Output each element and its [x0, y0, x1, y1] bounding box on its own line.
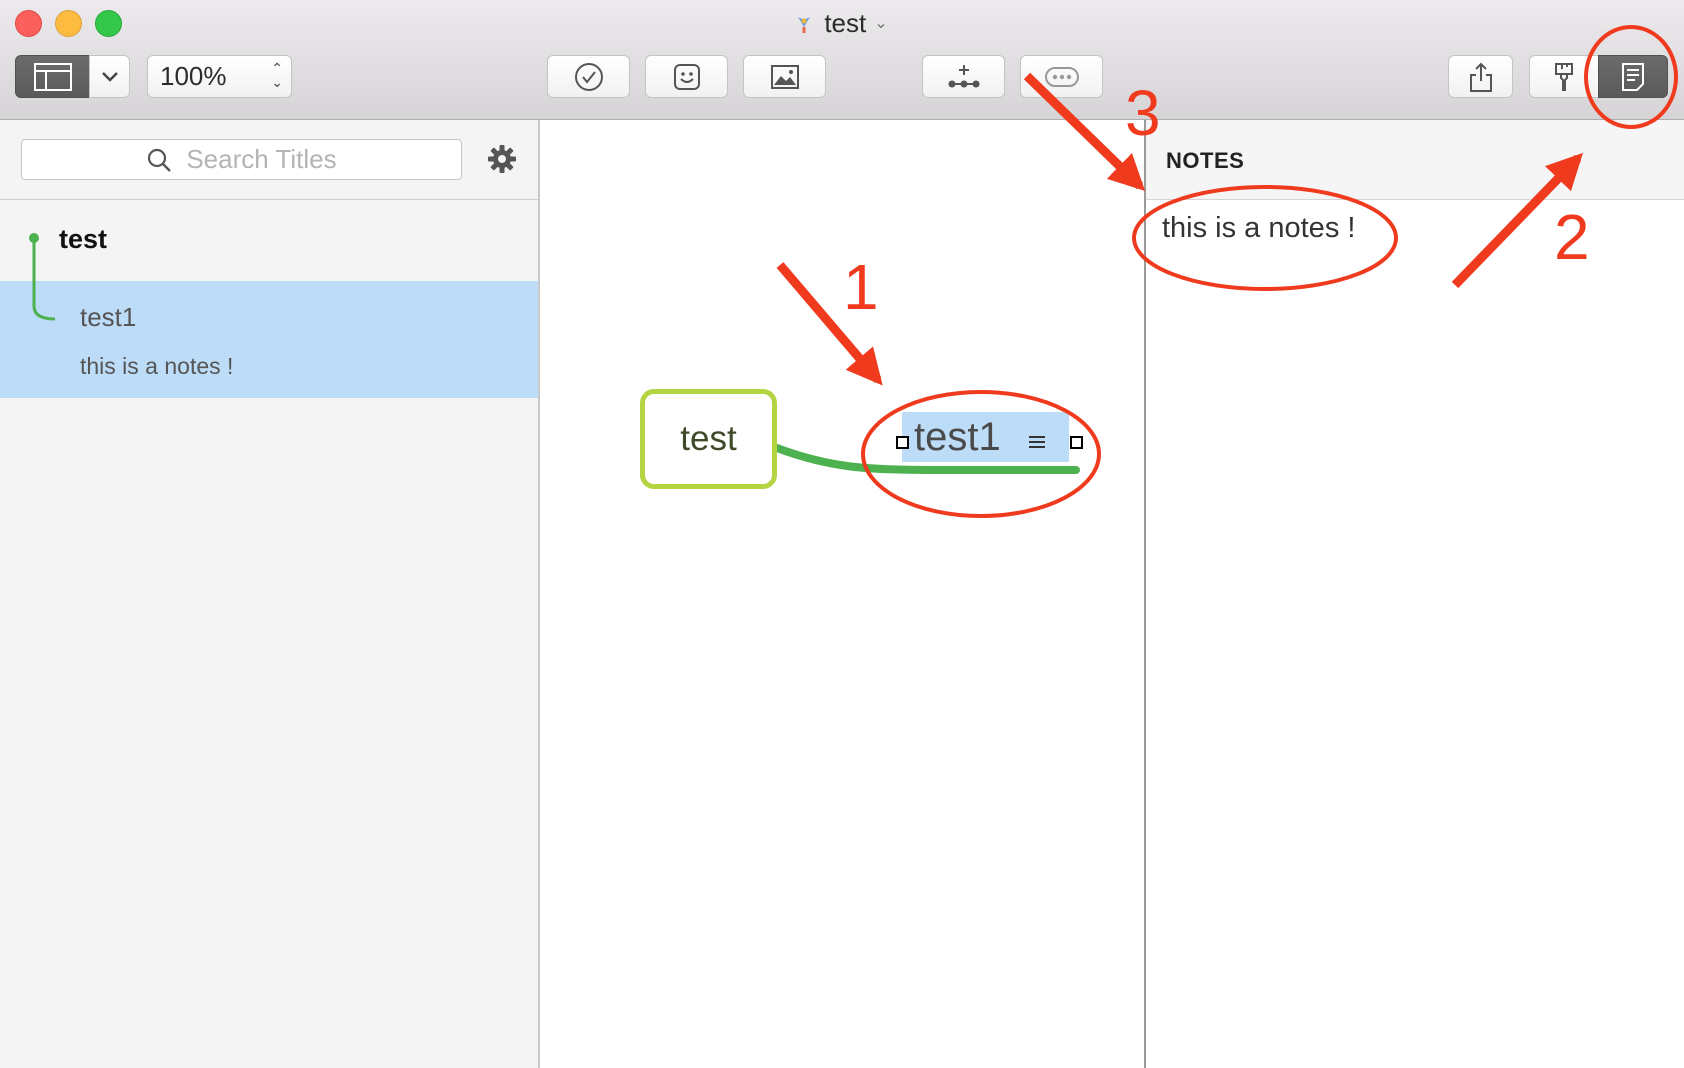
paintbrush-icon [1555, 62, 1573, 91]
sidebar-layout-button[interactable] [15, 55, 90, 98]
share-icon [1469, 62, 1492, 92]
sticker-button[interactable] [645, 55, 728, 98]
outline-item-label: test1 [80, 302, 137, 332]
inspector-title: NOTES [1166, 148, 1245, 173]
search-icon [148, 148, 172, 172]
gear-icon[interactable] [487, 144, 517, 174]
annotation-label-3: 3 [1125, 77, 1161, 149]
branch-connector [773, 444, 1080, 474]
outline-sidebar: Search Titles test test1 this is a notes… [0, 120, 540, 1068]
image-icon [770, 64, 799, 89]
app-window: test ⌄ 100% ⌃ ⌄ Search Titles test test1… [0, 0, 1684, 1068]
zoom-value: 100% [160, 61, 227, 91]
notes-icon [1622, 62, 1644, 91]
annotation-label-1: 1 [843, 251, 879, 323]
outline-item-selected[interactable]: test1 this is a notes ! [0, 281, 538, 398]
window-title[interactable]: test ⌄ [0, 8, 1684, 39]
notes-inspector: NOTES this is a notes ! [1144, 120, 1684, 1068]
annotation-label-2: 2 [1554, 201, 1590, 273]
sticker-smile-icon [673, 63, 700, 90]
share-button[interactable] [1448, 55, 1513, 98]
notes-textarea[interactable]: this is a notes ! [1162, 212, 1355, 245]
search-titles-input[interactable]: Search Titles [21, 139, 462, 180]
add-node-button[interactable] [922, 55, 1005, 98]
child-node-label: test1 [914, 414, 1001, 459]
ellipsis-bubble-icon [1044, 66, 1079, 87]
node-right-handle[interactable] [1070, 436, 1083, 449]
chevron-down-icon [101, 71, 118, 82]
root-node-label: test [680, 419, 737, 458]
task-button[interactable] [547, 55, 630, 98]
view-options-button[interactable] [89, 55, 130, 98]
image-button[interactable] [743, 55, 826, 98]
chevron-down-icon[interactable]: ⌄ [874, 15, 887, 32]
note-indicator-icon[interactable] [1028, 434, 1046, 450]
search-placeholder: Search Titles [186, 144, 337, 174]
mindmap-canvas[interactable]: test test1 [540, 120, 1144, 1068]
titlebar-toolbar: test ⌄ 100% ⌃ ⌄ [0, 0, 1684, 120]
inspector-header: NOTES [1146, 120, 1684, 200]
mindnode-document-icon [798, 17, 811, 33]
add-note-button[interactable] [1020, 55, 1103, 98]
add-node-icon [948, 64, 979, 87]
zoom-stepper-icon[interactable]: ⌃ ⌄ [271, 61, 283, 89]
checkmark-circle-icon [574, 62, 603, 91]
node-left-handle[interactable] [896, 436, 909, 449]
format-button[interactable] [1529, 55, 1599, 98]
outline-item-note: this is a notes ! [80, 353, 234, 379]
window-title-text: test [824, 8, 867, 38]
sidebar-layout-icon [33, 62, 72, 91]
notes-inspector-button[interactable] [1598, 55, 1668, 98]
outline-branch-line [29, 233, 56, 321]
zoom-field[interactable]: 100% ⌃ ⌄ [147, 55, 292, 98]
root-node[interactable]: test [640, 389, 777, 489]
search-bar: Search Titles [0, 120, 538, 200]
